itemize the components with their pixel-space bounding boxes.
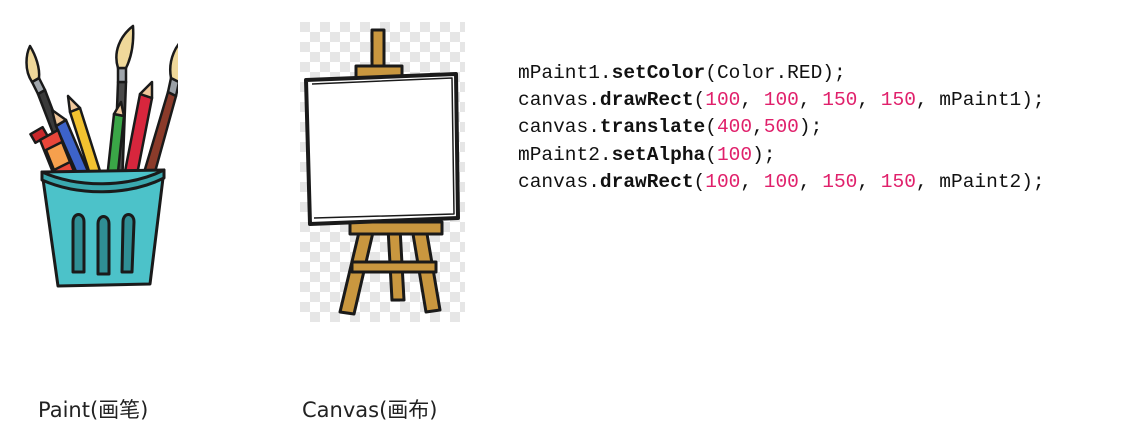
paint-brushes-cup-icon bbox=[18, 22, 195, 292]
code-token-num: 150 bbox=[822, 89, 858, 112]
code-token-plain: mPaint1. bbox=[518, 62, 612, 84]
code-token-num: 100 bbox=[705, 170, 741, 193]
code-token-plain: , bbox=[857, 170, 881, 193]
code-token-method: drawRect bbox=[599, 170, 694, 193]
code-token-num: 100 bbox=[716, 143, 753, 166]
code-token-plain: canvas. bbox=[518, 116, 600, 139]
code-token-plain: canvas. bbox=[518, 89, 600, 112]
code-token-num: 100 bbox=[705, 89, 741, 112]
code-line: canvas.drawRect(100, 100, 150, 150, mPai… bbox=[518, 169, 1045, 196]
code-token-plain: ( bbox=[705, 116, 717, 139]
code-token-method: setColor bbox=[611, 62, 706, 84]
code-token-plain: , bbox=[740, 170, 764, 193]
code-token-num: 400 bbox=[716, 116, 753, 139]
code-token-method: translate bbox=[599, 116, 706, 139]
code-token-num: 150 bbox=[880, 89, 916, 112]
easel-canvas-icon bbox=[300, 22, 465, 322]
code-token-plain: ); bbox=[798, 116, 823, 139]
code-token-num: 150 bbox=[880, 170, 916, 193]
code-token-plain: , bbox=[798, 170, 823, 193]
code-token-plain: canvas. bbox=[518, 170, 600, 193]
paint-caption: Paint(画笔) bbox=[38, 398, 149, 422]
code-block: mPaint1.setColor(Color.RED); canvas.drawR… bbox=[518, 60, 1045, 196]
code-line: canvas.drawRect(100, 100, 150, 150, mPai… bbox=[518, 87, 1045, 114]
code-token-method: setAlpha bbox=[611, 143, 706, 166]
code-token-plain: ); bbox=[752, 143, 776, 166]
code-token-num: 100 bbox=[763, 170, 799, 193]
code-token-plain: mPaint2. bbox=[518, 143, 612, 166]
code-token-plain: ( bbox=[693, 89, 706, 112]
code-token-method: drawRect bbox=[599, 89, 694, 112]
code-token-plain: , bbox=[798, 89, 823, 112]
code-token-num: 500 bbox=[763, 116, 799, 139]
code-token-plain: , bbox=[752, 116, 764, 139]
canvas-caption: Canvas(画布) bbox=[302, 398, 438, 422]
code-token-plain: ( bbox=[693, 170, 706, 193]
code-line: mPaint1.setColor(Color.RED); bbox=[518, 60, 1045, 87]
code-token-plain: , mPaint1); bbox=[915, 89, 1045, 112]
code-token-num: 100 bbox=[763, 89, 799, 112]
code-token-plain: ( bbox=[705, 143, 717, 166]
code-line: canvas.translate(400,500); bbox=[518, 114, 1045, 141]
code-token-plain: , bbox=[740, 89, 764, 112]
code-line: mPaint2.setAlpha(100); bbox=[518, 142, 1045, 169]
code-token-plain: (Color.RED); bbox=[705, 62, 846, 84]
code-token-plain: , bbox=[857, 89, 881, 112]
code-token-plain: , mPaint2); bbox=[915, 170, 1045, 193]
code-token-num: 150 bbox=[822, 170, 858, 193]
